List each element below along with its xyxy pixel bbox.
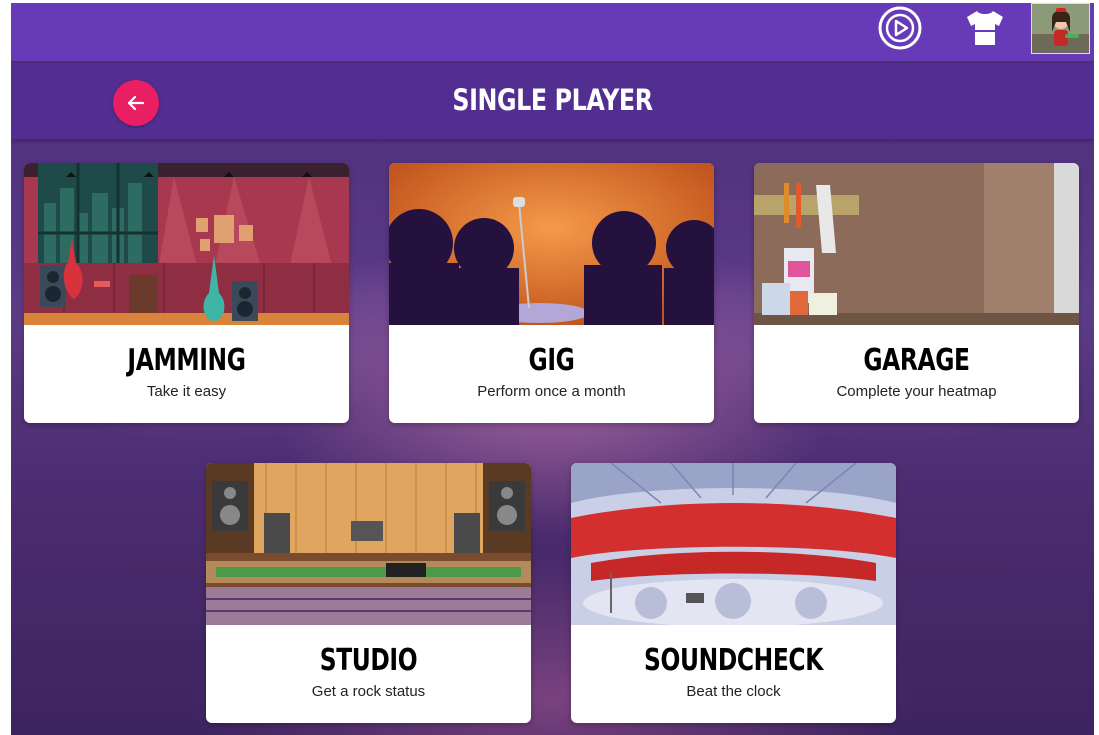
top-bar bbox=[11, 3, 1094, 61]
soundcheck-illustration bbox=[571, 463, 896, 625]
tshirt-icon bbox=[967, 11, 1003, 45]
card-title: SOUNDCHECK bbox=[644, 643, 823, 678]
outfit-button[interactable] bbox=[961, 5, 1009, 51]
card-title: STUDIO bbox=[319, 643, 418, 678]
garage-illustration bbox=[754, 163, 1079, 325]
card-subtitle: Complete your heatmap bbox=[836, 383, 997, 400]
game-screen: SINGLE PLAYER JAMMING Take it easy GIG P… bbox=[11, 3, 1094, 735]
mode-card-gig[interactable]: GIG Perform once a month bbox=[389, 163, 714, 423]
play-button[interactable] bbox=[876, 5, 924, 51]
play-circle-icon bbox=[878, 6, 922, 50]
card-subtitle: Beat the clock bbox=[686, 683, 781, 700]
title-bar: SINGLE PLAYER bbox=[11, 63, 1094, 139]
mode-card-garage[interactable]: GARAGE Complete your heatmap bbox=[754, 163, 1079, 423]
user-avatar[interactable] bbox=[1031, 3, 1090, 54]
card-subtitle: Get a rock status bbox=[311, 683, 426, 700]
avatar-image bbox=[1032, 4, 1089, 53]
card-subtitle: Perform once a month bbox=[477, 383, 626, 400]
card-subtitle: Take it easy bbox=[146, 383, 227, 400]
gig-illustration bbox=[389, 163, 714, 325]
studio-illustration bbox=[206, 463, 531, 625]
mode-card-jamming[interactable]: JAMMING Take it easy bbox=[24, 163, 349, 423]
card-title: GIG bbox=[528, 343, 575, 378]
page-title: SINGLE PLAYER bbox=[452, 83, 653, 117]
jamming-illustration bbox=[24, 163, 349, 325]
card-title: GARAGE bbox=[863, 343, 970, 378]
card-title: JAMMING bbox=[127, 343, 246, 378]
mode-card-soundcheck[interactable]: SOUNDCHECK Beat the clock bbox=[571, 463, 896, 723]
mode-card-studio[interactable]: STUDIO Get a rock status bbox=[206, 463, 531, 723]
